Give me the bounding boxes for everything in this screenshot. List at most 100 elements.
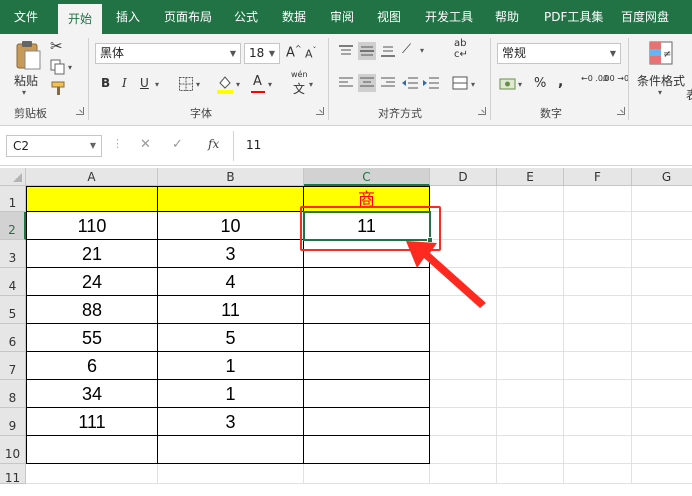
cell-f2[interactable] xyxy=(564,212,632,240)
cell-c4[interactable] xyxy=(304,268,430,296)
copy-dropdown-icon[interactable]: ▾ xyxy=(68,63,72,72)
conditional-format-button[interactable]: 条件格式 xyxy=(637,72,685,89)
menu-page-layout[interactable]: 页面布局 xyxy=(164,0,212,34)
cell-b11[interactable] xyxy=(158,464,304,484)
italic-button[interactable]: I xyxy=(122,76,127,90)
underline-dropdown-icon[interactable]: ▾ xyxy=(155,80,159,89)
grow-font-button[interactable]: A^ xyxy=(286,44,302,60)
cell-d5[interactable] xyxy=(430,296,497,324)
cell-a7[interactable]: 6 xyxy=(26,352,158,380)
column-header-g[interactable]: G xyxy=(632,168,692,186)
cell-g3[interactable] xyxy=(632,240,692,268)
cell-f6[interactable] xyxy=(564,324,632,352)
cell-b3[interactable]: 3 xyxy=(158,240,304,268)
cell-e6[interactable] xyxy=(497,324,564,352)
cut-icon[interactable]: ✂ xyxy=(50,37,63,55)
formula-input[interactable]: 11 xyxy=(246,138,261,152)
align-right-icon[interactable] xyxy=(380,76,396,90)
font-color-icon[interactable]: A xyxy=(253,74,262,89)
cell-g11[interactable] xyxy=(632,464,692,484)
align-middle-icon[interactable] xyxy=(358,42,376,60)
cell-f11[interactable] xyxy=(564,464,632,484)
column-header-c[interactable]: C xyxy=(304,168,430,186)
phonetic-dropdown-icon[interactable]: ▾ xyxy=(309,80,313,89)
cell-a1[interactable] xyxy=(26,186,158,212)
cell-b2[interactable]: 10 xyxy=(158,212,304,240)
worksheet-grid[interactable]: A B C D E F G 1 商 2 110 10 11 3 21 3 4 24 4 5 88 11 6 55 5 7 6 1 8 34… xyxy=(0,168,692,496)
cell-a4[interactable]: 24 xyxy=(26,268,158,296)
cell-f9[interactable] xyxy=(564,408,632,436)
font-name-combo[interactable]: 黑体 ▼ xyxy=(95,43,241,64)
menu-view[interactable]: 视图 xyxy=(377,0,401,34)
row-header-1[interactable]: 1 xyxy=(0,186,26,212)
cell-f4[interactable] xyxy=(564,268,632,296)
cell-d8[interactable] xyxy=(430,380,497,408)
percent-button[interactable]: % xyxy=(534,76,546,91)
cell-a8[interactable]: 34 xyxy=(26,380,158,408)
cell-c5[interactable] xyxy=(304,296,430,324)
clipboard-launcher-icon[interactable] xyxy=(76,107,84,115)
cell-a11[interactable] xyxy=(26,464,158,484)
merge-center-icon[interactable] xyxy=(452,76,468,90)
cell-b1[interactable] xyxy=(158,186,304,212)
cell-f8[interactable] xyxy=(564,380,632,408)
cell-f10[interactable] xyxy=(564,436,632,464)
cell-d10[interactable] xyxy=(430,436,497,464)
menu-home[interactable]: 开始 xyxy=(58,4,102,34)
paste-dropdown-icon[interactable]: ▾ xyxy=(22,88,26,97)
cell-b8[interactable]: 1 xyxy=(158,380,304,408)
cell-b9[interactable]: 3 xyxy=(158,408,304,436)
column-header-e[interactable]: E xyxy=(497,168,564,186)
cell-e10[interactable] xyxy=(497,436,564,464)
cell-c9[interactable] xyxy=(304,408,430,436)
cell-a3[interactable]: 21 xyxy=(26,240,158,268)
column-header-a[interactable]: A xyxy=(26,168,158,186)
orientation-icon[interactable]: ⟋ xyxy=(402,42,411,57)
cell-e3[interactable] xyxy=(497,240,564,268)
number-launcher-icon[interactable] xyxy=(617,107,625,115)
font-size-combo[interactable]: 18 ▼ xyxy=(244,43,280,64)
menu-developer[interactable]: 开发工具 xyxy=(425,0,473,34)
accounting-dropdown-icon[interactable]: ▾ xyxy=(518,80,522,89)
row-header-10[interactable]: 10 xyxy=(0,436,26,464)
column-header-b[interactable]: B xyxy=(158,168,304,186)
alignment-launcher-icon[interactable] xyxy=(478,107,486,115)
format-painter-icon[interactable] xyxy=(50,80,68,96)
cell-f3[interactable] xyxy=(564,240,632,268)
menu-help[interactable]: 帮助 xyxy=(495,0,519,34)
cell-d11[interactable] xyxy=(430,464,497,484)
conditional-format-icon[interactable]: ≠ xyxy=(648,40,674,66)
cell-b5[interactable]: 11 xyxy=(158,296,304,324)
cell-e5[interactable] xyxy=(497,296,564,324)
cell-a2[interactable]: 110 xyxy=(26,212,158,240)
cell-d7[interactable] xyxy=(430,352,497,380)
increase-indent-icon[interactable] xyxy=(422,76,440,90)
cell-e8[interactable] xyxy=(497,380,564,408)
menu-baidu-netdisk[interactable]: 百度网盘 xyxy=(621,0,669,34)
menu-insert[interactable]: 插入 xyxy=(116,0,140,34)
formula-bar-grip-icon[interactable]: ⋮ xyxy=(112,137,123,150)
cell-e7[interactable] xyxy=(497,352,564,380)
cell-f5[interactable] xyxy=(564,296,632,324)
cell-g1[interactable] xyxy=(632,186,692,212)
cell-g4[interactable] xyxy=(632,268,692,296)
cell-e2[interactable] xyxy=(497,212,564,240)
cell-g6[interactable] xyxy=(632,324,692,352)
comma-button[interactable]: , xyxy=(558,74,563,90)
row-header-4[interactable]: 4 xyxy=(0,268,26,296)
row-header-6[interactable]: 6 xyxy=(0,324,26,352)
format-as-table-button[interactable]: 表 xyxy=(686,86,692,103)
cancel-entry-icon[interactable]: ✕ xyxy=(140,137,151,152)
wrap-text-icon[interactable]: ab c↵ xyxy=(454,38,468,60)
row-header-5[interactable]: 5 xyxy=(0,296,26,324)
cell-a9[interactable]: 111 xyxy=(26,408,158,436)
cell-a6[interactable]: 55 xyxy=(26,324,158,352)
bold-button[interactable]: B xyxy=(101,76,110,90)
cell-e1[interactable] xyxy=(497,186,564,212)
cell-d9[interactable] xyxy=(430,408,497,436)
cell-e9[interactable] xyxy=(497,408,564,436)
cell-a10[interactable] xyxy=(26,436,158,464)
cell-g2[interactable] xyxy=(632,212,692,240)
font-color-dropdown-icon[interactable]: ▾ xyxy=(268,80,272,89)
row-header-7[interactable]: 7 xyxy=(0,352,26,380)
